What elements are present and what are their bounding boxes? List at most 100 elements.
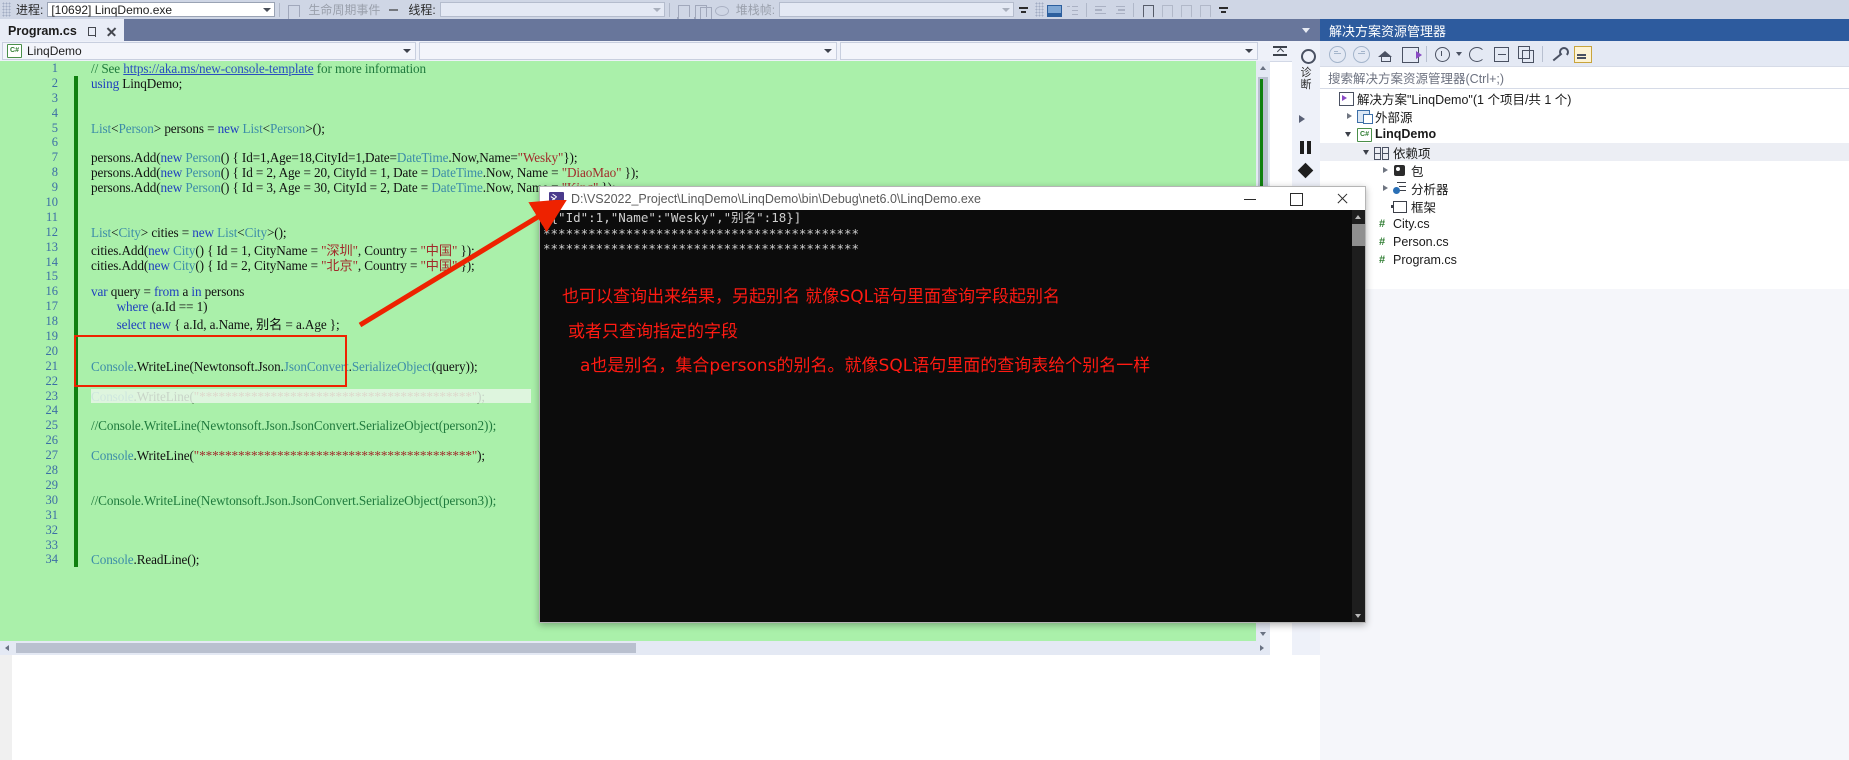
thread-combobox[interactable] [439,2,665,17]
toolbar-drag-handle-2[interactable] [1035,2,1045,17]
code-text[interactable]: //Console.WriteLine(Newtonsoft.Json.Json… [91,418,496,434]
bookmark-icon[interactable] [1139,2,1156,18]
chevron-closed-icon[interactable] [1380,179,1391,197]
toolbar-overflow-icon[interactable] [1215,2,1232,18]
bookmark-next-icon[interactable] [1177,2,1194,18]
scroll-left-icon[interactable] [0,641,14,655]
tree-node[interactable]: C# LinqDemo [1320,125,1849,143]
sync-with-active-document-icon[interactable] [1398,43,1422,64]
tree-node[interactable]: 依赖项 [1320,143,1849,161]
tree-node[interactable]: # Person.cs [1320,233,1849,251]
solution-explorer-search-input[interactable]: 搜索解决方案资源管理器(Ctrl+;) [1320,66,1849,89]
code-line[interactable]: 1 // See https://aka.ms/new-console-templ… [0,61,1270,76]
code-line[interactable]: 8 persons.Add(new Person() { Id = 2, Age … [0,165,1270,180]
align-left-icon[interactable] [1092,2,1109,18]
tab-program-cs[interactable]: Program.cs [0,19,124,41]
code-text[interactable]: Console.ReadLine(); [91,552,199,568]
pending-changes-icon[interactable] [1431,43,1454,64]
view-code-icon[interactable] [1547,43,1570,64]
console-window[interactable]: D:\VS2022_Project\LinqDemo\LinqDemo\bin\… [539,186,1366,623]
split-view-icon[interactable] [1272,43,1288,59]
code-line[interactable]: 6 [0,135,1270,151]
code-text[interactable]: Console.WriteLine("*********************… [91,448,485,464]
chevron-closed-icon[interactable] [1380,161,1391,179]
code-text[interactable]: Console.WriteLine(Newtonsoft.Json.JsonCo… [91,359,478,375]
code-text[interactable]: List<Person> persons = new List<Person>(… [91,121,325,137]
tree-node[interactable]: 解决方案"LinqDemo"(1 个项目/共 1 个) [1320,89,1849,107]
close-icon[interactable] [105,25,118,38]
code-text[interactable]: persons.Add(new Person() { Id=1,Age=18,C… [91,150,578,166]
member-dropdown[interactable] [840,42,1258,60]
code-text[interactable]: where (a.Id == 1) [91,299,208,315]
code-line[interactable]: 5 List<Person> persons = new List<Person>… [0,120,1270,137]
code-text[interactable]: persons.Add(new Person() { Id = 2, Age =… [91,165,639,181]
toolbar-separator [1133,2,1135,17]
tree-node[interactable]: 外部源 [1320,107,1849,125]
code-text[interactable]: // See https://aka.ms/new-console-templa… [91,61,426,77]
show-all-files-icon[interactable] [1514,43,1537,64]
scroll-right-icon[interactable] [1256,641,1270,655]
split-lines-icon[interactable] [1064,2,1081,18]
chevron-closed-icon[interactable] [1344,107,1355,125]
home-icon[interactable] [1374,43,1397,64]
properties-icon[interactable] [1571,43,1594,64]
type-dropdown[interactable] [419,42,837,60]
code-line[interactable]: 2 using LinqDemo; [0,75,1270,92]
diagnostics-collapse-button[interactable] [1292,19,1320,41]
code-text[interactable]: //Console.WriteLine(Newtonsoft.Json.Json… [91,493,496,509]
chevron-open-icon[interactable] [1362,143,1373,161]
chevron-down-icon[interactable] [1455,43,1465,64]
pin-icon[interactable] [86,25,99,38]
console-title-bar[interactable]: D:\VS2022_Project\LinqDemo\LinqDemo\bin\… [540,187,1365,210]
chevron-open-icon[interactable] [1344,125,1355,143]
pause-icon[interactable] [1300,141,1312,154]
code-text[interactable]: using LinqDemo; [91,76,182,92]
flag-icon[interactable] [675,2,692,21]
solution-tree[interactable]: 解决方案"LinqDemo"(1 个项目/共 1 个) 外部源 C# LinqDemo… [1320,89,1849,289]
back-icon[interactable] [1326,43,1349,64]
console-output-line: ****************************************… [543,225,860,241]
console-vertical-scrollbar[interactable] [1352,210,1365,622]
editor-horizontal-scrollbar[interactable] [0,641,1270,655]
minimize-button[interactable] [1227,187,1273,210]
tree-node[interactable]: # City.cs [1320,215,1849,233]
lifecycle-events-icon[interactable] [285,2,302,21]
code-line[interactable]: 7 persons.Add(new Person() { Id=1,Age=18,… [0,150,1270,165]
maximize-button[interactable] [1273,187,1319,210]
console-scrollbar-thumb[interactable] [1352,224,1365,246]
tree-node[interactable]: 框架 [1320,197,1849,215]
gear-icon[interactable] [1299,47,1316,64]
scroll-down-icon[interactable] [1256,627,1270,641]
tree-node[interactable]: 分析器 [1320,179,1849,197]
toolbar-drag-handle[interactable] [2,2,11,17]
lasso-icon[interactable] [713,2,730,18]
close-button[interactable] [1319,187,1365,210]
tree-node[interactable]: # Program.cs [1320,251,1849,269]
scroll-up-icon[interactable] [1352,210,1365,223]
console-output-area[interactable]: [{"Id":1,"Name":"Wesky","别名":18}] *******… [540,210,1365,622]
bookmark-clear-icon[interactable] [1196,2,1213,18]
indent-icon[interactable] [1111,2,1128,18]
collapse-all-icon[interactable] [1490,43,1513,64]
forward-icon[interactable] [1350,43,1373,64]
tree-node[interactable]: 包 [1320,161,1849,179]
code-text[interactable]: persons.Add(new Person() { Id = 3, Age =… [91,180,616,196]
refresh-icon[interactable] [1466,43,1489,64]
stack-frame-combobox[interactable] [779,2,1015,17]
expander-icon[interactable] [1299,115,1307,123]
hscrollbar-thumb[interactable] [16,643,636,653]
code-text[interactable]: List<City> cities = new List<City>(); [91,225,287,241]
scroll-up-icon[interactable] [1256,61,1270,75]
project-dropdown[interactable]: C# LinqDemo [2,42,416,60]
window-layout-icon[interactable] [1045,2,1063,18]
bookmark-prev-icon[interactable] [1158,2,1175,18]
code-line[interactable]: 4 [0,105,1270,121]
flag-stack-icon[interactable] [694,2,712,23]
lifecycle-chevron-icon[interactable] [385,2,402,18]
toolbar-separator [279,2,281,17]
code-line[interactable]: 3 [0,90,1270,106]
scroll-down-icon[interactable] [1352,609,1365,622]
process-combobox[interactable]: [10692] LinqDemo.exe [47,2,276,17]
code-text[interactable]: var query = from a in persons [91,284,244,300]
collapse-arrow-icon[interactable] [1015,2,1032,18]
